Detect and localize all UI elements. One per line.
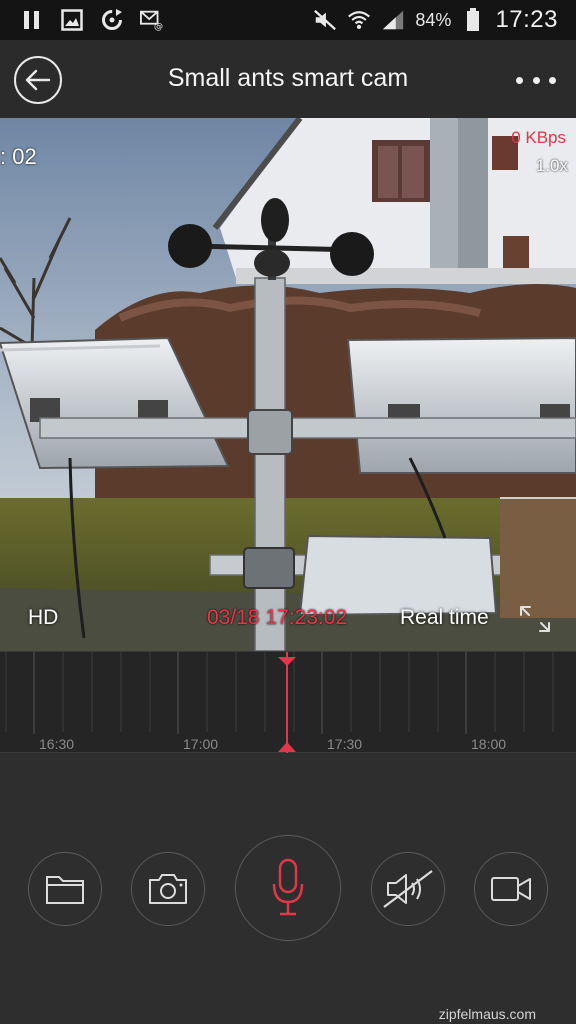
- sync-icon: [100, 8, 124, 32]
- fullscreen-button[interactable]: [518, 604, 552, 634]
- clock: 17:23: [495, 6, 558, 33]
- folder-icon: [46, 876, 84, 904]
- bitrate-indicator: 0 KBps: [511, 128, 566, 147]
- more-dots-icon: [516, 76, 523, 84]
- camera-icon: [149, 874, 187, 904]
- timeline-label: 18:00: [471, 736, 507, 752]
- expand-icon: [520, 606, 550, 632]
- page-title: Small ants smart cam: [167, 64, 409, 92]
- mute-icon: [313, 8, 337, 32]
- realtime-mode-button[interactable]: Real time: [400, 606, 489, 630]
- zoom-level: 1.0x: [535, 156, 568, 175]
- quality-toggle[interactable]: HD: [28, 606, 58, 630]
- record-video-button[interactable]: [474, 852, 548, 926]
- control-panel: zipfelmaus.com: [0, 753, 576, 1024]
- speaker-muted-icon: [383, 870, 433, 908]
- more-options-button[interactable]: [516, 68, 556, 92]
- status-bar: @ 84% 17:23: [0, 0, 576, 40]
- video-camera-icon: [491, 877, 531, 901]
- wifi-icon: [347, 8, 371, 32]
- mail-icon: @: [140, 8, 164, 32]
- camera-feed[interactable]: : 02 0 KBps 1.0x HD 03/18 17:23:02 Real …: [0, 118, 576, 651]
- camera-scene: [0, 118, 576, 651]
- timeline-cursor[interactable]: [286, 652, 288, 754]
- pause-icon: [20, 8, 44, 32]
- battery-icon: [461, 8, 485, 32]
- talk-button[interactable]: [235, 835, 341, 941]
- battery-percentage: 84%: [415, 9, 452, 30]
- playback-timeline[interactable]: 16:30 17:00 17:30 18:00: [0, 651, 576, 754]
- snapshot-button[interactable]: [131, 852, 205, 926]
- signal-icon: [381, 8, 405, 32]
- svg-text:@: @: [154, 21, 163, 31]
- camera-overlay-time: : 02: [0, 144, 37, 169]
- app-bar: Small ants smart cam: [0, 40, 576, 118]
- image-icon: [60, 8, 84, 32]
- microphone-icon: [272, 858, 304, 916]
- timeline-label: 17:00: [183, 736, 219, 752]
- timeline-label: 17:30: [327, 736, 363, 752]
- camera-timestamp: 03/18 17:23:02: [207, 606, 348, 629]
- watermark: zipfelmaus.com: [438, 1006, 536, 1022]
- recordings-folder-button[interactable]: [28, 852, 102, 926]
- timeline-label: 16:30: [39, 736, 75, 752]
- audio-toggle-button[interactable]: [371, 852, 445, 926]
